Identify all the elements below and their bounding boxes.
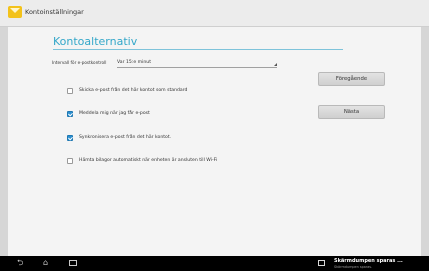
action-bar: Kontoinställningar	[0, 0, 429, 27]
system-nav-bar: ⮌ ⌂ Skärmdumpen sparas ... Skärmdumpen s…	[0, 256, 429, 271]
recent-apps-icon[interactable]	[69, 260, 77, 266]
option-label: Synkronisera e-post från det här kontot.	[79, 135, 172, 140]
checkbox-attachments-wifi[interactable]	[67, 158, 73, 164]
option-label: Meddela mig när jag får e-post	[79, 111, 150, 116]
email-app-icon[interactable]	[8, 6, 22, 18]
screenshot-icon	[318, 260, 325, 266]
page-title: Kontoalternativ	[53, 35, 138, 48]
back-icon[interactable]: ⮌	[17, 258, 23, 268]
checkbox-notify[interactable]	[67, 111, 73, 117]
home-icon[interactable]: ⌂	[43, 258, 48, 268]
interval-select[interactable]: Var 15:e minut	[117, 58, 277, 68]
interval-label: Intervall för e-postkontroll	[52, 60, 107, 65]
notification-subtitle: Skärmdumpen sparas.	[334, 265, 373, 269]
next-button[interactable]: Nästa	[318, 105, 385, 119]
dropdown-corner-icon	[274, 63, 277, 66]
app-title: Kontoinställningar	[25, 8, 84, 16]
account-options-panel: Kontoalternativ Intervall för e-postkont…	[8, 27, 421, 256]
checkbox-default-account[interactable]	[67, 88, 73, 94]
option-label: Hämta bilagor automatiskt när enheten är…	[79, 158, 218, 163]
checkbox-sync[interactable]	[67, 135, 73, 141]
interval-value: Var 15:e minut	[117, 60, 152, 65]
title-divider	[53, 49, 343, 50]
option-label: Skicka e-post från det här kontot som st…	[79, 88, 188, 93]
notification-title[interactable]: Skärmdumpen sparas ...	[334, 258, 403, 264]
previous-button[interactable]: Föregående	[318, 72, 385, 86]
